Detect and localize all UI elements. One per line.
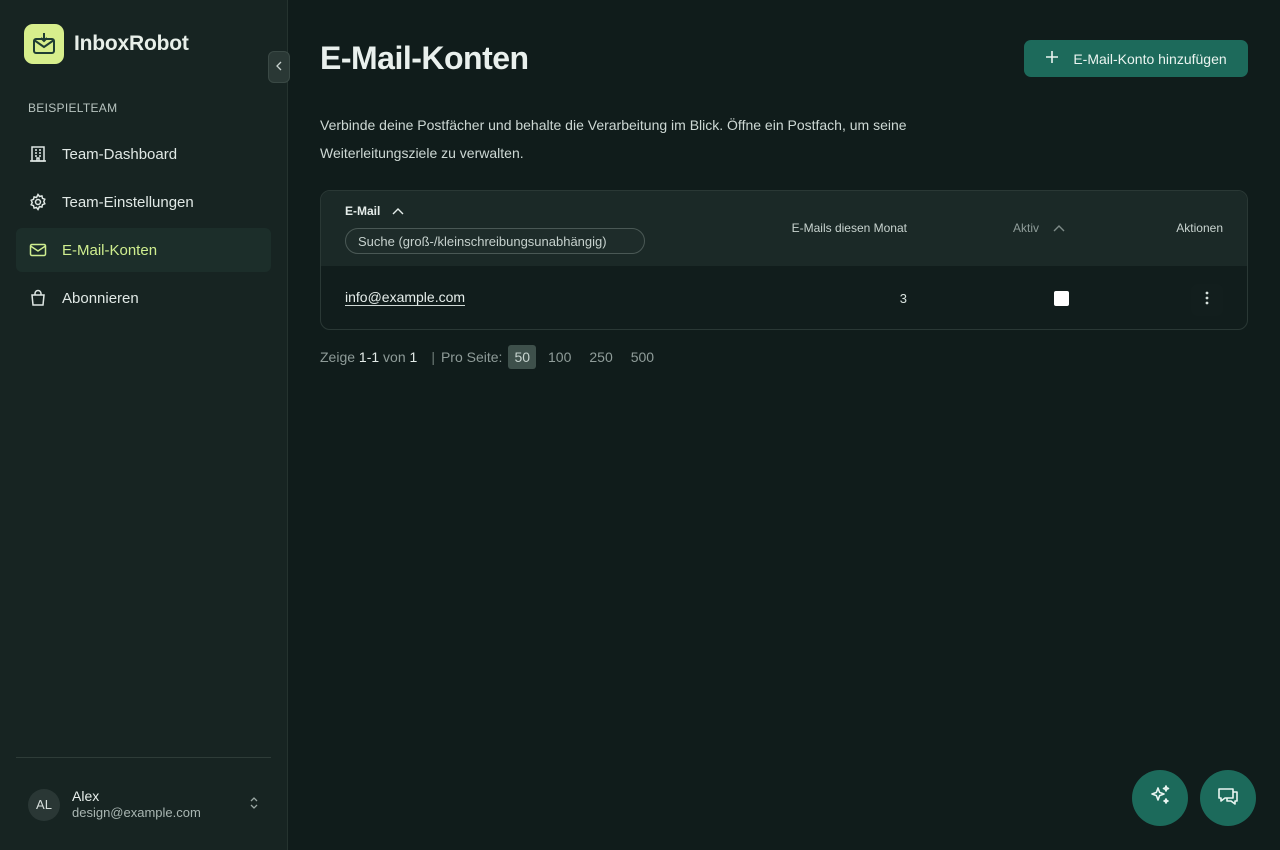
per-page-option-250[interactable]: 250 (583, 345, 618, 369)
column-header-email-label: E-Mail (345, 204, 381, 218)
user-email: design@example.com (72, 805, 201, 820)
per-page-label: Pro Seite: (440, 349, 503, 365)
column-header-email[interactable]: E-Mail (345, 204, 404, 218)
chevron-up-down-icon (249, 796, 259, 815)
user-name: Alex (72, 788, 100, 804)
sidebar: InboxRobot BEISPIELTEAM Team-Dashboard T… (0, 0, 288, 850)
sidebar-item-label: Abonnieren (62, 289, 139, 307)
shopping-bag-icon (28, 288, 48, 308)
pager-range: 1-1 (358, 349, 380, 365)
column-header-emails-this-month[interactable]: E-Mails diesen Monat (792, 221, 907, 235)
sidebar-divider (16, 757, 271, 758)
sparkles-icon (1148, 784, 1172, 813)
table-header: E-Mail E-Mails diesen Monat Aktiv Aktion… (321, 191, 1247, 266)
pagination: Zeige 1-1 von 1 | Pro Seite: 50 100 250 … (320, 345, 660, 369)
gear-icon (28, 192, 48, 212)
add-email-account-button[interactable]: E-Mail-Konto hinzufügen (1024, 40, 1248, 77)
avatar: AL (28, 788, 60, 821)
per-page-option-50[interactable]: 50 (508, 345, 537, 369)
sidebar-item-label: Team-Dashboard (62, 145, 178, 163)
more-vertical-icon (1205, 291, 1209, 310)
sidebar-item-team-dashboard[interactable]: Team-Dashboard (16, 132, 271, 176)
column-header-actions: Aktionen (1176, 221, 1223, 235)
active-checkbox[interactable] (1054, 291, 1069, 306)
sort-chevron-up-icon (1053, 221, 1065, 235)
pager-total: 1 (409, 349, 418, 365)
pager-showing-prefix: Zeige (320, 349, 356, 365)
row-actions-button[interactable] (1191, 284, 1223, 316)
sidebar-item-subscribe[interactable]: Abonnieren (16, 276, 271, 320)
sidebar-item-label: Team-Einstellungen (62, 193, 194, 211)
email-account-link[interactable]: info@example.com (345, 290, 466, 306)
per-page-option-100[interactable]: 100 (542, 345, 577, 369)
collapse-sidebar-button[interactable] (268, 51, 290, 83)
user-menu[interactable]: AL Alex design@example.com (28, 788, 263, 821)
page-title: E-Mail-Konten (320, 40, 529, 76)
sort-chevron-up-icon (392, 204, 404, 218)
sidebar-item-label: E-Mail-Konten (62, 241, 158, 259)
inbox-robot-logo-icon (24, 24, 64, 64)
plus-icon (1045, 50, 1059, 67)
ai-assistant-button[interactable] (1132, 770, 1188, 826)
team-label: BEISPIELTEAM (28, 101, 118, 115)
mail-icon (28, 240, 48, 260)
chat-bubble-icon (1216, 784, 1240, 813)
sidebar-item-email-accounts[interactable]: E-Mail-Konten (16, 228, 271, 272)
sidebar-item-team-settings[interactable]: Team-Einstellungen (16, 180, 271, 224)
brand-name: InboxRobot (74, 32, 189, 55)
add-email-account-label: E-Mail-Konto hinzufügen (1073, 50, 1227, 67)
email-accounts-table: E-Mail E-Mails diesen Monat Aktiv Aktion… (320, 190, 1248, 330)
per-page-option-500[interactable]: 500 (625, 345, 660, 369)
column-header-active-label: Aktiv (1013, 221, 1040, 235)
sidebar-nav: Team-Dashboard Team-Einstellungen E-Mail… (16, 132, 271, 324)
chevron-left-icon (275, 58, 283, 76)
table-row: info@example.com 3 (321, 266, 1247, 329)
email-search-input[interactable] (345, 228, 645, 254)
column-header-active[interactable]: Aktiv (1013, 221, 1065, 235)
brand[interactable]: InboxRobot (24, 24, 189, 64)
pager-separator: | (431, 349, 435, 365)
page-description: Verbinde deine Postfächer und behalte di… (320, 117, 907, 161)
chat-button[interactable] (1200, 770, 1256, 826)
building-icon (28, 144, 48, 164)
emails-this-month-value: 3 (899, 291, 907, 306)
pager-of: von (383, 349, 406, 365)
